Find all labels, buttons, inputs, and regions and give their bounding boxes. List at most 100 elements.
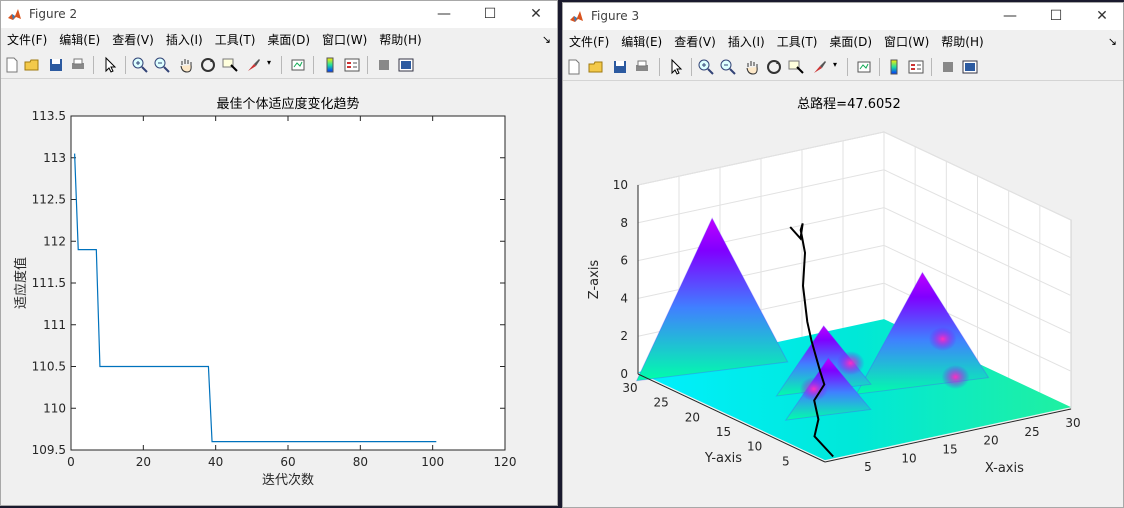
- zoom-in-icon[interactable]: [131, 56, 149, 74]
- close-button[interactable]: ✕: [513, 1, 557, 28]
- colorbar-icon[interactable]: [885, 58, 903, 76]
- title-bar[interactable]: Figure 3 — ☐ ✕: [563, 3, 1123, 30]
- menu-help[interactable]: 帮助(H): [373, 28, 427, 52]
- x-axis-label: X-axis: [985, 461, 1024, 476]
- menu-bar: 文件(F) 编辑(E) 查看(V) 插入(I) 工具(T) 桌面(D) 窗口(W) 帮助(H)…: [563, 30, 1123, 54]
- y-tick-label: 20: [685, 410, 700, 424]
- menu-desktop[interactable]: 桌面(D): [261, 28, 316, 52]
- pointer-icon[interactable]: [101, 56, 119, 74]
- open-file-icon[interactable]: [587, 58, 605, 76]
- show-plot-tools-icon[interactable]: [961, 58, 979, 76]
- x-tick-label: 25: [1024, 425, 1039, 439]
- y-tick-label: 5: [782, 454, 790, 468]
- z-tick-label: 8: [620, 216, 628, 230]
- minimize-button[interactable]: —: [987, 3, 1033, 30]
- brush-icon[interactable]: [245, 56, 263, 74]
- brush-icon[interactable]: [811, 58, 829, 76]
- surface-plot-area: 5 10 15 20 25 30 5 10 15 20 25 30 0 2 4 6 8 10 X-axis Y-axi…: [563, 82, 1123, 507]
- maximize-button[interactable]: ☐: [1033, 3, 1079, 30]
- chart-title: 总路程=47.6052: [797, 96, 901, 112]
- menu-edit[interactable]: 编辑(E): [53, 28, 106, 52]
- y-tick-label: 112: [43, 234, 66, 248]
- z-tick-label: 6: [620, 254, 628, 268]
- menu-insert[interactable]: 插入(I): [160, 28, 209, 52]
- rotate-3d-icon[interactable]: [199, 56, 217, 74]
- legend-icon[interactable]: [343, 56, 361, 74]
- figure-2-window: Figure 2 — ☐ ✕ 文件(F) 编辑(E) 查看(V) 插入(I) 工具(T)…: [0, 0, 558, 506]
- window-title: Figure 2: [29, 7, 78, 21]
- y-tick-label: 25: [654, 396, 669, 410]
- toolbar: ▾: [563, 54, 1123, 81]
- link-plot-icon[interactable]: [289, 56, 307, 74]
- menu-help[interactable]: 帮助(H): [935, 30, 989, 54]
- toolbar: ▾: [1, 52, 557, 79]
- menu-window[interactable]: 窗口(W): [878, 30, 935, 54]
- surface-hotspot: [928, 326, 957, 351]
- zoom-out-icon[interactable]: [719, 58, 737, 76]
- x-tick-label: 80: [353, 455, 368, 469]
- x-tick-label: 10: [901, 451, 916, 465]
- dock-arrow-icon[interactable]: ↘: [542, 28, 551, 52]
- save-icon[interactable]: [611, 58, 629, 76]
- menu-window[interactable]: 窗口(W): [316, 28, 373, 52]
- menu-view[interactable]: 查看(V): [106, 28, 160, 52]
- legend-icon[interactable]: [907, 58, 925, 76]
- brush-dropdown-icon[interactable]: ▾: [267, 58, 271, 67]
- menu-tools[interactable]: 工具(T): [771, 30, 824, 54]
- axes-box: [70, 115, 506, 451]
- menu-insert[interactable]: 插入(I): [722, 30, 771, 54]
- colorbar-icon[interactable]: [321, 56, 339, 74]
- menu-view[interactable]: 查看(V): [668, 30, 722, 54]
- y-tick-label: 113: [43, 151, 66, 165]
- dock-arrow-icon[interactable]: ↘: [1108, 30, 1117, 54]
- menu-tools[interactable]: 工具(T): [209, 28, 262, 52]
- x-tick-label: 5: [864, 460, 872, 474]
- open-file-icon[interactable]: [23, 56, 41, 74]
- x-tick-label: 20: [136, 455, 151, 469]
- show-plot-tools-icon[interactable]: [397, 56, 415, 74]
- maximize-button[interactable]: ☐: [467, 1, 513, 28]
- x-tick-label: 120: [494, 455, 517, 469]
- x-axis-label: 迭代次数: [262, 472, 314, 488]
- menu-file[interactable]: 文件(F): [1, 28, 53, 52]
- minimize-button[interactable]: —: [421, 1, 467, 28]
- save-icon[interactable]: [47, 56, 65, 74]
- y-axis-label: Y-axis: [704, 451, 742, 466]
- rotate-3d-icon[interactable]: [765, 58, 783, 76]
- menu-desktop[interactable]: 桌面(D): [823, 30, 878, 54]
- terrain-surface-chart[interactable]: 51015202530510152025300246810X-axisY-axi…: [563, 82, 1124, 508]
- close-button[interactable]: ✕: [1079, 3, 1123, 30]
- brush-dropdown-icon[interactable]: ▾: [833, 60, 837, 69]
- y-tick-label: 10: [747, 440, 762, 454]
- data-cursor-icon[interactable]: [787, 58, 805, 76]
- x-tick-label: 0: [67, 455, 75, 469]
- zoom-out-icon[interactable]: [153, 56, 171, 74]
- fitness-line-chart[interactable]: 0 20 40 60 80 100 120 109.5 110 110.5 111 111.5 112 1…: [1, 80, 558, 506]
- surface-hotspot: [836, 351, 865, 376]
- y-tick-label: 30: [622, 381, 637, 395]
- new-figure-icon[interactable]: [3, 56, 21, 74]
- pan-hand-icon[interactable]: [743, 58, 761, 76]
- link-plot-icon[interactable]: [855, 58, 873, 76]
- x-tick-label: 60: [280, 455, 295, 469]
- print-icon[interactable]: [633, 58, 651, 76]
- menu-file[interactable]: 文件(F): [563, 30, 615, 54]
- hide-plot-tools-icon[interactable]: [939, 58, 957, 76]
- hide-plot-tools-icon[interactable]: [375, 56, 393, 74]
- print-icon[interactable]: [69, 56, 87, 74]
- data-cursor-icon[interactable]: [221, 56, 239, 74]
- y-tick-label: 112.5: [32, 193, 66, 207]
- matlab-icon: [8, 9, 21, 20]
- window-title: Figure 3: [591, 9, 640, 23]
- y-tick-label: 110: [43, 401, 66, 415]
- new-figure-icon[interactable]: [565, 58, 583, 76]
- y-tick-label: 113.5: [32, 109, 66, 123]
- zoom-in-icon[interactable]: [697, 58, 715, 76]
- y-tick-label: 15: [716, 425, 731, 439]
- menu-edit[interactable]: 编辑(E): [615, 30, 668, 54]
- pan-hand-icon[interactable]: [177, 56, 195, 74]
- z-tick-label: 0: [620, 367, 628, 381]
- pointer-icon[interactable]: [667, 58, 685, 76]
- surface-hotspot: [941, 364, 970, 389]
- title-bar[interactable]: Figure 2 — ☐ ✕: [1, 1, 557, 28]
